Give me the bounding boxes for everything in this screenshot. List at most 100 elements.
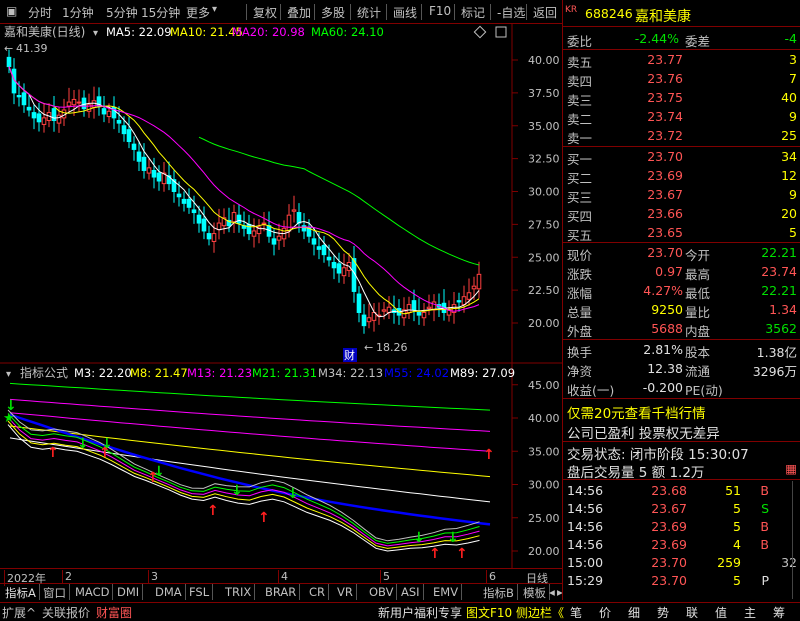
ask-price: 23.75 bbox=[647, 90, 683, 105]
indicator-tab-12[interactable]: EMV bbox=[430, 584, 463, 600]
indicator-chart[interactable]: 45.00 40.00 35.00 30.00 25.00 20.00 ▾ 指标公式 M3: 2… bbox=[0, 364, 562, 568]
diamond-icon[interactable] bbox=[473, 25, 487, 39]
panel-tab-6[interactable]: 主 bbox=[744, 604, 756, 621]
toolbar-item-2[interactable]: 5分钟 bbox=[106, 4, 138, 21]
toolbar-item-3[interactable]: 15分钟 bbox=[141, 4, 180, 21]
f10-link[interactable]: 图文F10 bbox=[466, 604, 512, 621]
promo-qiandang[interactable]: 仅需20元查看千档行情 bbox=[567, 402, 706, 422]
candle-body bbox=[141, 156, 147, 171]
toolbar-item-5[interactable]: 复权 bbox=[253, 4, 277, 21]
candle-body bbox=[126, 129, 132, 143]
candle-body bbox=[466, 292, 472, 300]
tick-scrollbar[interactable] bbox=[792, 481, 800, 599]
panel-tab-4[interactable]: 联 bbox=[686, 604, 698, 621]
tick-vol: 5 bbox=[733, 501, 741, 516]
toolbar-item-11[interactable]: 标记 bbox=[461, 4, 485, 21]
indicator-tab-11[interactable]: ASI bbox=[398, 584, 424, 600]
tick-price: 23.68 bbox=[651, 483, 687, 498]
sidebar-toggle[interactable]: 侧边栏《 bbox=[516, 604, 564, 621]
stat-value: 3296万 bbox=[752, 364, 797, 379]
indicator-tab-7[interactable]: BRAR bbox=[262, 584, 301, 600]
candle-body bbox=[41, 117, 47, 125]
indicator-tab-3[interactable]: DMI bbox=[114, 584, 144, 600]
panel-tab-1[interactable]: 价 bbox=[599, 604, 611, 621]
panel-tab-0[interactable]: 笔 bbox=[570, 604, 582, 621]
indicator-tab-9[interactable]: VR bbox=[334, 584, 357, 600]
stat-value: 1.38亿 bbox=[756, 345, 797, 360]
bid-row: 买四 23.66 20 bbox=[563, 205, 800, 224]
stat-value: 22.21 bbox=[761, 283, 797, 298]
indicator-tab-6[interactable]: TRIX bbox=[222, 584, 256, 600]
stat-label: 涨幅 bbox=[567, 286, 593, 301]
promo-link[interactable]: 新用户福利专享 bbox=[378, 604, 462, 621]
candle-body bbox=[101, 108, 107, 115]
company-info: 公司已盈利 投票权无差异 bbox=[567, 426, 720, 442]
weibi-label: 委比 bbox=[567, 34, 593, 49]
candle-body bbox=[251, 230, 257, 237]
bottom-tab-2[interactable]: 财富圈 bbox=[96, 604, 132, 621]
candle-body bbox=[151, 169, 157, 178]
candle-body bbox=[216, 222, 222, 231]
candle-body bbox=[71, 98, 77, 106]
tick-price: 23.70 bbox=[651, 555, 687, 570]
toolbar-divider bbox=[526, 4, 527, 20]
candle-body bbox=[146, 167, 152, 174]
panel-tab-2[interactable]: 细 bbox=[628, 604, 640, 621]
candle-body bbox=[331, 262, 337, 269]
indicator-tab-8[interactable]: CR bbox=[306, 584, 330, 600]
indicator-tab-5[interactable]: FSL bbox=[186, 584, 214, 600]
tick-row: 14:56 23.69 5 B bbox=[563, 518, 800, 536]
weibi-value: -2.44% bbox=[634, 31, 679, 46]
stock-code: 688246 bbox=[585, 6, 633, 21]
divider bbox=[563, 479, 800, 480]
bid-price: 23.70 bbox=[647, 149, 683, 164]
chart-icon[interactable]: ▦ bbox=[785, 461, 797, 476]
candle-body bbox=[211, 233, 217, 242]
stat-label: 量比 bbox=[685, 305, 711, 320]
bottom-tab-1[interactable]: 关联报价 bbox=[42, 604, 90, 621]
panel-tab-7[interactable]: 筹 bbox=[773, 604, 785, 621]
toolbar-item-4[interactable]: 更多 bbox=[186, 4, 210, 21]
toolbar-item-0[interactable]: 分时 bbox=[28, 4, 52, 21]
collapse-caret-icon[interactable]: ▾ bbox=[93, 28, 98, 39]
ask-label: 卖一 bbox=[567, 131, 593, 146]
indicator-tab-1[interactable]: 窗口 bbox=[40, 584, 70, 600]
tick-time: 14:56 bbox=[567, 501, 604, 516]
toolbar-item-13[interactable]: 返回 bbox=[533, 4, 557, 21]
indicator-tab-2[interactable]: MACD bbox=[72, 584, 114, 600]
indicator-tab-13[interactable]: 指标B bbox=[480, 584, 518, 600]
maximize-icon[interactable] bbox=[495, 26, 507, 38]
buy-arrow-icon: ↑ bbox=[456, 546, 468, 562]
toolbar-item-7[interactable]: 多股 bbox=[321, 4, 345, 21]
toolbar-divider bbox=[490, 4, 491, 20]
stat-value: 5688 bbox=[651, 321, 683, 336]
candle-body bbox=[21, 92, 27, 106]
toolbar-menu-icon[interactable]: ▣ bbox=[6, 4, 17, 18]
buy-arrow-icon: ↑ bbox=[47, 445, 59, 461]
tick-time: 15:29 bbox=[567, 573, 604, 588]
kline-chart[interactable]: 40.00 37.50 35.00 32.50 30.00 27.50 25.00 22.50… bbox=[0, 24, 562, 364]
buy-arrow-icon: ↑ bbox=[258, 510, 270, 526]
toolbar-item-12[interactable]: -自选 bbox=[497, 4, 525, 21]
date-label: 6 bbox=[486, 570, 496, 583]
bid-price: 23.69 bbox=[647, 168, 683, 183]
bid-vol: 20 bbox=[781, 206, 797, 221]
indicator-tab-0[interactable]: 指标A bbox=[2, 584, 40, 600]
stat-value: 1.34 bbox=[769, 302, 797, 317]
toolbar-item-1[interactable]: 1分钟 bbox=[62, 4, 94, 21]
tick-side: B bbox=[760, 483, 769, 498]
collapse-caret-icon[interactable]: ▾ bbox=[6, 369, 11, 380]
toolbar-item-6[interactable]: 叠加 bbox=[287, 4, 311, 21]
y-tick-label: 37.50 bbox=[528, 87, 560, 100]
toolbar-item-8[interactable]: 统计 bbox=[357, 4, 381, 21]
stat-value: 12.38 bbox=[647, 361, 683, 376]
panel-tab-3[interactable]: 势 bbox=[657, 604, 669, 621]
ask-price: 23.76 bbox=[647, 71, 683, 86]
indicator-tab-10[interactable]: OBV bbox=[366, 584, 398, 600]
ask-vol: 40 bbox=[781, 90, 797, 105]
toolbar-item-9[interactable]: 画线 bbox=[393, 4, 417, 21]
panel-tab-5[interactable]: 值 bbox=[715, 604, 727, 621]
bottom-tab-0[interactable]: 扩展^ bbox=[2, 604, 36, 621]
indicator-tab-4[interactable]: DMA bbox=[152, 584, 186, 600]
toolbar-item-10[interactable]: F10 bbox=[429, 4, 451, 18]
